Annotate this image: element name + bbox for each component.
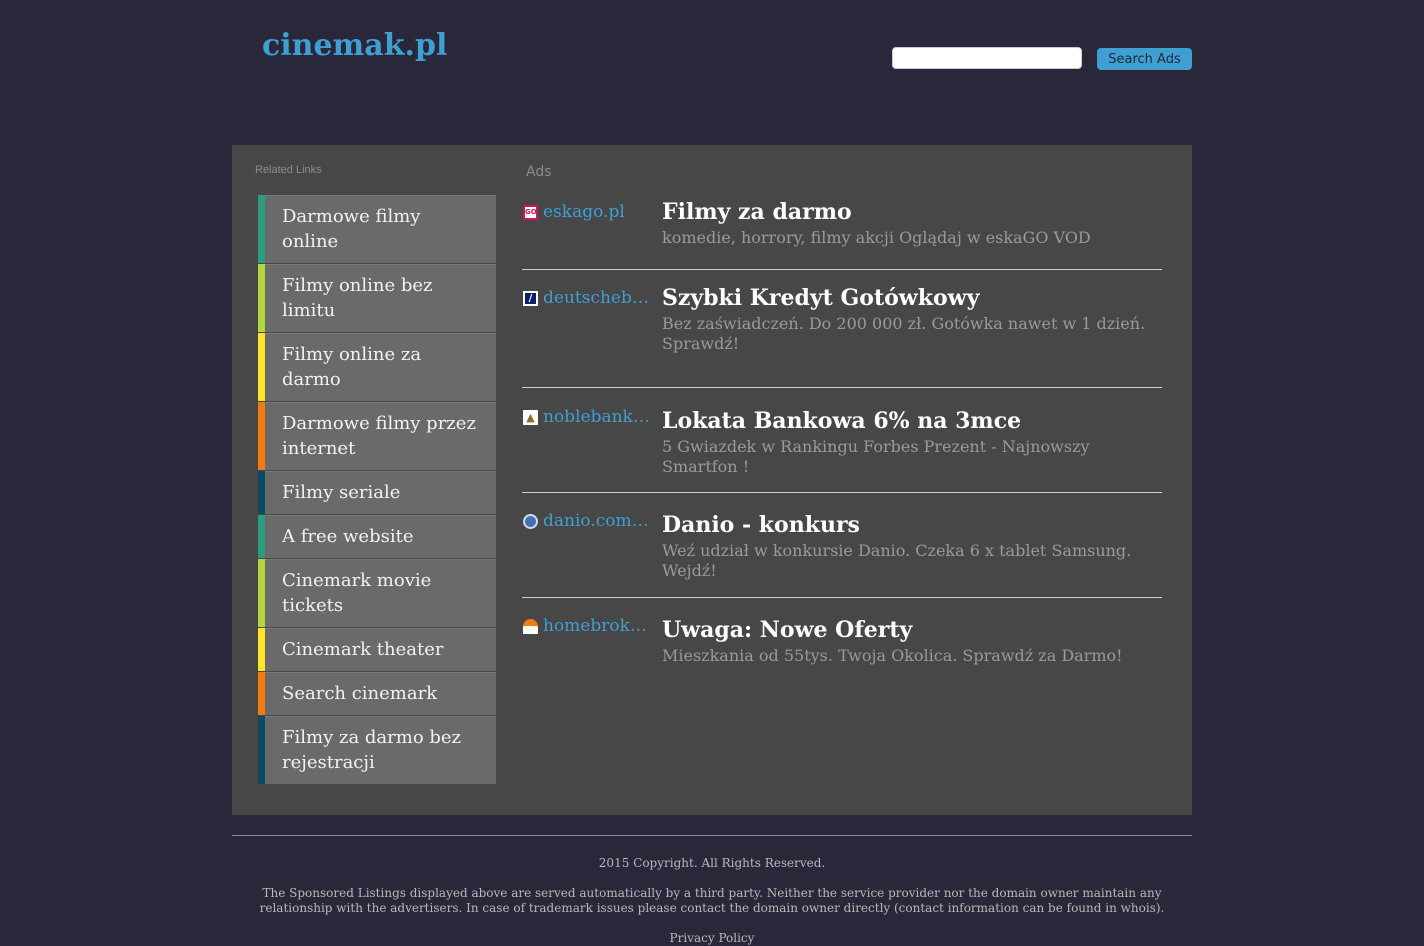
ad-body: Szybki Kredyt Gotówkowy Bez zaświadczeń.… [662, 284, 1162, 354]
danio-favicon-icon [523, 513, 538, 529]
search-input[interactable] [892, 47, 1082, 69]
ad-item: / deutschebank.pl Szybki Kredyt Gotówkow… [522, 284, 1162, 388]
ad-description: Weź udział w konkursie Danio. Czeka 6 x … [662, 541, 1132, 580]
ad-domain-link[interactable]: eskago.pl [543, 202, 625, 222]
ad-domain-link[interactable]: danio.com.pl [543, 511, 653, 531]
deutsche-bank-favicon-icon: / [523, 290, 538, 306]
site-logo[interactable]: cinemak.pl [262, 28, 447, 63]
homebroker-favicon-icon [523, 618, 538, 634]
ad-title-link[interactable]: Lokata Bankowa 6% na 3mce [662, 407, 1162, 435]
search-ads-button[interactable]: Search Ads [1097, 48, 1192, 70]
ads-title: Ads [526, 164, 552, 180]
ad-domain-row: GO eskago.pl [523, 202, 625, 222]
ad-domain-link[interactable]: noblebank.pl [543, 407, 653, 427]
related-link[interactable]: Search cinemark [258, 672, 496, 715]
ad-title-link[interactable]: Filmy za darmo [662, 198, 1162, 226]
privacy-policy-link[interactable]: Privacy Policy [232, 931, 1192, 945]
ad-description: komedie, horrory, filmy akcji Oglądaj w … [662, 228, 1091, 247]
ad-domain-row: / deutschebank.pl [523, 288, 653, 308]
eskago-favicon-icon: GO [523, 204, 538, 220]
ads-list: GO eskago.pl Filmy za darmo komedie, hor… [522, 195, 1162, 688]
related-links-list: Darmowe filmy online Filmy online bez li… [258, 195, 496, 785]
related-links-title: Related Links [255, 164, 322, 176]
ad-domain-link[interactable]: homebroker.pl [543, 616, 653, 636]
related-link[interactable]: Filmy online za darmo [258, 333, 496, 401]
disclaimer-text: The Sponsored Listings displayed above a… [259, 886, 1165, 915]
related-link[interactable]: Darmowe filmy przez internet [258, 402, 496, 470]
related-link[interactable]: Cinemark theater [258, 628, 496, 671]
ad-body: Filmy za darmo komedie, horrory, filmy a… [662, 198, 1162, 248]
ad-item: ▲ noblebank.pl Lokata Bankowa 6% na 3mce… [522, 389, 1162, 493]
ad-body: Danio - konkurs Weź udział w konkursie D… [662, 493, 1162, 581]
ad-domain-row: danio.com.pl [523, 511, 653, 531]
related-link[interactable]: Filmy za darmo bez rejestracji [258, 716, 496, 784]
related-link[interactable]: Darmowe filmy online [258, 195, 496, 263]
noblebank-favicon-icon: ▲ [523, 409, 538, 425]
ad-title-link[interactable]: Uwaga: Nowe Oferty [662, 616, 1162, 644]
related-link[interactable]: Cinemark movie tickets [258, 559, 496, 627]
related-link[interactable]: Filmy seriale [258, 471, 496, 514]
ad-domain-link[interactable]: deutschebank.pl [543, 288, 653, 308]
footer-divider [232, 835, 1192, 836]
ad-domain-row: homebroker.pl [523, 616, 653, 636]
content-panel: Related Links Darmowe filmy online Filmy… [232, 145, 1192, 815]
ad-description: 5 Gwiazdek w Rankingu Forbes Prezent - N… [662, 437, 1090, 476]
ad-item: danio.com.pl Danio - konkurs Weź udział … [522, 493, 1162, 598]
copyright-text: 2015 Copyright. All Rights Reserved. [598, 856, 826, 870]
related-link[interactable]: Filmy online bez limitu [258, 264, 496, 332]
ad-title-link[interactable]: Szybki Kredyt Gotówkowy [662, 284, 1162, 312]
ad-domain-row: ▲ noblebank.pl [523, 407, 653, 427]
ad-description: Bez zaświadczeń. Do 200 000 zł. Gotówka … [662, 314, 1146, 353]
ad-body: Uwaga: Nowe Oferty Mieszkania od 55tys. … [662, 598, 1162, 666]
ad-title-link[interactable]: Danio - konkurs [662, 511, 1162, 539]
related-link[interactable]: A free website [258, 515, 496, 558]
ad-body: Lokata Bankowa 6% na 3mce 5 Gwiazdek w R… [662, 389, 1162, 477]
ad-description: Mieszkania od 55tys. Twoja Okolica. Spra… [662, 646, 1123, 665]
ad-item: homebroker.pl Uwaga: Nowe Oferty Mieszka… [522, 598, 1162, 688]
ad-item: GO eskago.pl Filmy za darmo komedie, hor… [522, 198, 1162, 270]
